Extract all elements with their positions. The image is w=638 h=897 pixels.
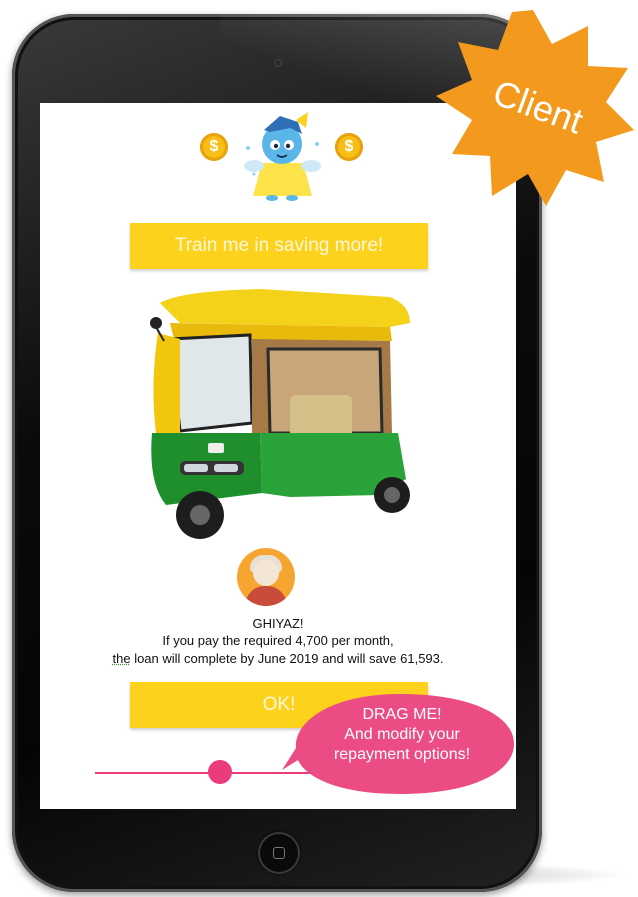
drag-me-text: DRAG ME! And modify your repayment optio… — [333, 706, 471, 763]
user-name-text: GHIYAZ! — [252, 616, 304, 631]
train-saving-button[interactable]: Train me in saving more! — [130, 223, 428, 269]
coin-icon-left: $ — [200, 133, 228, 161]
home-button[interactable] — [258, 832, 300, 874]
home-square-icon — [273, 847, 285, 859]
camera-icon — [275, 60, 281, 66]
repayment-slider-thumb[interactable] — [208, 760, 232, 784]
auto-rickshaw-image — [150, 289, 410, 539]
mascot-icon — [244, 112, 321, 201]
underlined-word: the — [112, 651, 131, 666]
coin-icon-right: $ — [335, 133, 363, 161]
payment-info-line: If you pay the required 4,700 per month, — [162, 633, 394, 648]
user-avatar — [237, 548, 295, 606]
loan-completion-line: the loan will complete by June 2019 and … — [40, 651, 516, 666]
loan-completion-text: loan will complete by June 2019 and will… — [130, 651, 444, 666]
